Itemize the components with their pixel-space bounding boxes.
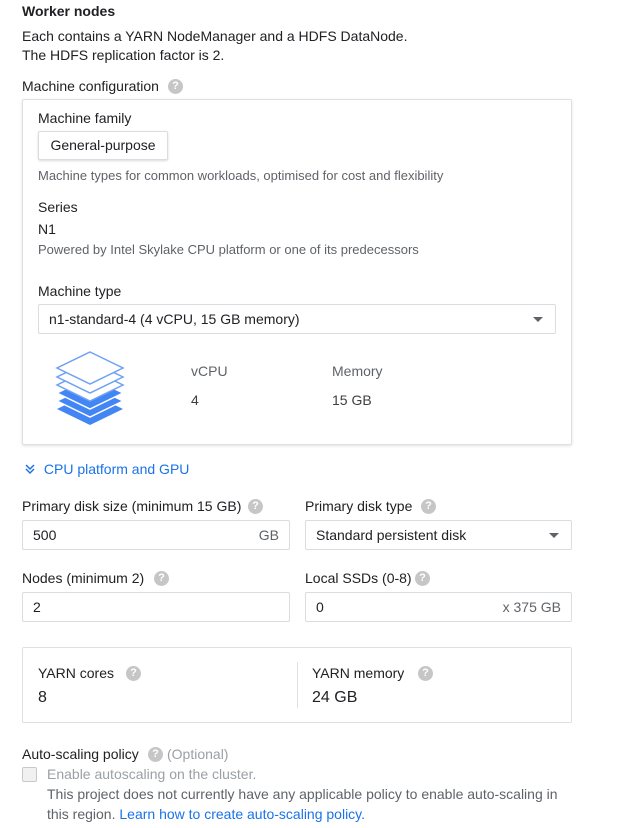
disk-type-help-icon[interactable]: ?	[421, 499, 436, 514]
machine-config-help-icon[interactable]: ?	[168, 79, 183, 94]
disk-size-suffix: GB	[258, 527, 279, 543]
machine-type-select[interactable]: n1-standard-4 (4 vCPU, 15 GB memory)	[38, 304, 556, 334]
disk-type-select[interactable]: Standard persistent disk	[305, 520, 572, 550]
nodes-input[interactable]: 2	[22, 592, 290, 622]
series-desc: Powered by Intel Skylake CPU platform or…	[38, 242, 419, 257]
disk-size-value: 500	[33, 527, 57, 543]
autoscale-label: Auto-scaling policy	[22, 746, 139, 762]
ssd-help-icon[interactable]: ?	[415, 571, 430, 586]
dropdown-caret-icon	[549, 533, 559, 538]
disk-type-value: Standard persistent disk	[316, 527, 467, 543]
yarn-memory-label: YARN memory	[312, 665, 405, 681]
autoscale-learn-link[interactable]: Learn how to create auto-scaling policy.	[119, 806, 365, 822]
machine-type-value: n1-standard-4 (4 vCPU, 15 GB memory)	[49, 311, 300, 327]
layers-stack-icon	[55, 351, 125, 425]
section-desc-line1: Each contains a YARN NodeManager and a H…	[22, 28, 408, 44]
dropdown-caret-icon	[533, 317, 543, 322]
ssd-label: Local SSDs (0-8)	[305, 570, 412, 586]
autoscale-note-line2: this region. Learn how to create auto-sc…	[47, 806, 365, 822]
ssd-input[interactable]: 0 x 375 GB	[305, 592, 572, 622]
vcpu-label: vCPU	[191, 363, 228, 379]
machine-config-label: Machine configuration	[22, 78, 159, 94]
divider	[297, 662, 298, 708]
disk-type-label: Primary disk type	[305, 498, 413, 514]
machine-family-chip[interactable]: General-purpose	[38, 131, 168, 160]
autoscale-checkbox-label: Enable autoscaling on the cluster.	[47, 766, 257, 782]
autoscale-note-line1: This project does not currently have any…	[47, 786, 558, 802]
nodes-value: 2	[33, 599, 41, 615]
disk-size-label: Primary disk size (minimum 15 GB)	[22, 498, 242, 514]
autoscale-optional: (Optional)	[167, 746, 229, 762]
nodes-help-icon[interactable]: ?	[154, 571, 169, 586]
machine-family-desc: Machine types for common workloads, opti…	[38, 168, 444, 183]
memory-value: 15 GB	[332, 392, 372, 408]
section-title: Worker nodes	[22, 3, 116, 19]
machine-type-label: Machine type	[38, 283, 122, 299]
autoscale-checkbox[interactable]	[22, 767, 37, 782]
cpu-gpu-toggle[interactable]: CPU platform and GPU	[24, 461, 189, 477]
disk-size-input[interactable]: 500 GB	[22, 520, 290, 550]
yarn-cores-help-icon[interactable]: ?	[126, 666, 141, 681]
ssd-value: 0	[316, 599, 324, 615]
cpu-gpu-label: CPU platform and GPU	[43, 461, 190, 477]
yarn-memory-help-icon[interactable]: ?	[418, 666, 433, 681]
machine-family-label: Machine family	[38, 110, 132, 126]
section-desc-line2: The HDFS replication factor is 2.	[22, 47, 225, 63]
series-label: Series	[38, 199, 78, 215]
nodes-label: Nodes (minimum 2)	[22, 570, 145, 586]
autoscale-help-icon[interactable]: ?	[148, 747, 163, 762]
yarn-cores-value: 8	[38, 689, 47, 706]
yarn-memory-value: 24 GB	[312, 689, 358, 706]
autoscale-note-prefix: this region.	[47, 806, 120, 822]
chevron-double-down-icon	[25, 464, 35, 475]
disk-size-help-icon[interactable]: ?	[248, 499, 263, 514]
yarn-cores-label: YARN cores	[38, 665, 114, 681]
ssd-suffix: x 375 GB	[502, 599, 561, 615]
series-value: N1	[38, 221, 56, 237]
vcpu-value: 4	[191, 392, 199, 408]
memory-label: Memory	[332, 363, 383, 379]
